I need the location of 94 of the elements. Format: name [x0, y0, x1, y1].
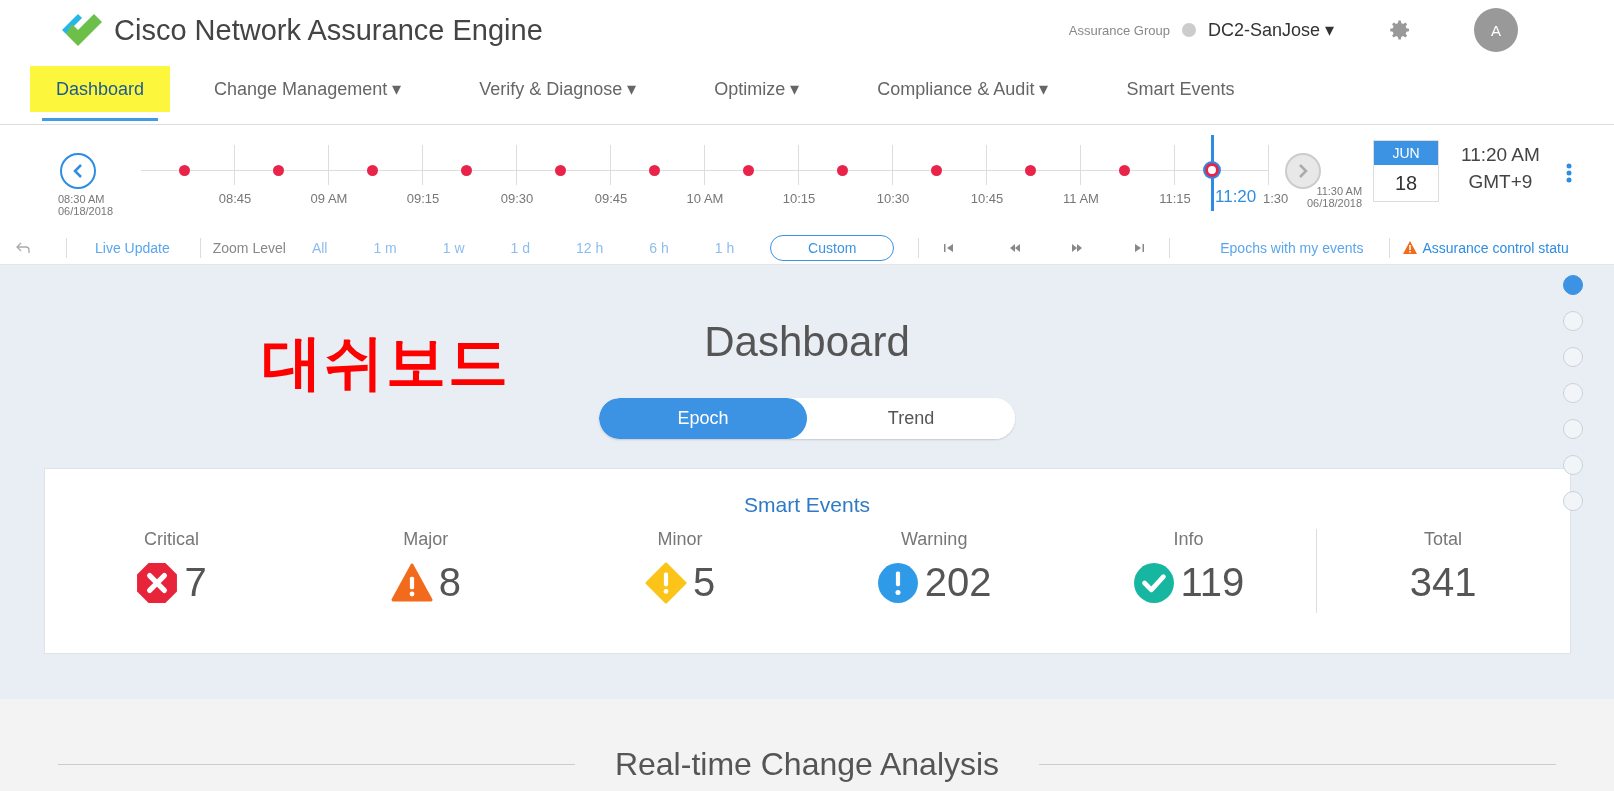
event-count: 8: [438, 560, 461, 605]
section-nav-dot[interactable]: [1563, 383, 1583, 403]
time-label: 11:20 AM: [1461, 143, 1540, 167]
warning-icon: [1402, 240, 1419, 255]
settings-icon[interactable]: [1388, 18, 1412, 42]
zoom-level-button[interactable]: All: [311, 239, 328, 256]
start-timestamp: 08:30 AM 06/18/2018: [58, 193, 114, 217]
severity-label: Major: [403, 529, 449, 550]
severity-label: Critical: [144, 529, 200, 550]
epoch-dot[interactable]: [743, 165, 754, 176]
section-title: Real-time Change Analysis: [614, 745, 1000, 783]
event-count: 119: [1180, 560, 1245, 605]
epoch-dot[interactable]: [179, 165, 190, 176]
epoch-dot[interactable]: [1025, 165, 1036, 176]
event-count: 7: [184, 560, 207, 605]
epoch-dot[interactable]: [461, 165, 472, 176]
nav-tab[interactable]: Compliance & Audit ▾: [877, 66, 1049, 112]
timezone-label: GMT+9: [1467, 170, 1534, 194]
chevron-right-icon[interactable]: [1297, 163, 1309, 179]
next-button[interactable]: [1285, 153, 1321, 189]
undo-icon[interactable]: [16, 241, 30, 254]
day-label: 18: [1393, 170, 1419, 196]
tick-label: 1:30: [1263, 191, 1289, 206]
zoom-level-button[interactable]: 1 m: [373, 239, 397, 256]
nav-tab[interactable]: Optimize ▾: [714, 66, 800, 112]
nav-tab[interactable]: Smart Events: [1126, 66, 1235, 112]
chevron-left-icon[interactable]: [72, 163, 84, 179]
tick-label: 10:30: [876, 191, 910, 206]
tick-label: 09:30: [500, 191, 534, 206]
section-nav-dot[interactable]: [1563, 311, 1583, 331]
rewind-icon[interactable]: [1009, 241, 1022, 254]
status-dot: [1181, 23, 1196, 37]
warning-diamond-icon: [644, 561, 687, 604]
more-icon[interactable]: [1565, 163, 1572, 183]
view-toggle[interactable]: Epoch: [599, 398, 807, 439]
month-label: JUN: [1374, 141, 1438, 165]
epoch-dot[interactable]: [837, 165, 848, 176]
event-count: 202: [924, 560, 992, 605]
nav-tab[interactable]: Verify & Diagnose ▾: [479, 66, 637, 112]
section-nav-dot[interactable]: [1563, 491, 1583, 511]
info-circle-icon: [876, 561, 919, 604]
assurance-group-label: Assurance Group: [1068, 22, 1170, 38]
nav-tab[interactable]: Change Management ▾: [214, 66, 402, 112]
assurance-group-dropdown[interactable]: DC2-SanJose ▾: [1207, 19, 1334, 41]
epoch-dot[interactable]: [649, 165, 660, 176]
severity-label: Info: [1173, 529, 1204, 550]
tick-label: 11 AM: [1063, 191, 1099, 206]
user-avatar[interactable]: A: [1474, 8, 1518, 52]
epoch-dot[interactable]: [367, 165, 378, 176]
live-update-link[interactable]: Live Update: [95, 239, 170, 256]
nav-tab[interactable]: Dashboard: [30, 66, 171, 112]
skip-back-icon[interactable]: [943, 241, 956, 254]
section-nav-dot[interactable]: [1563, 455, 1583, 475]
epochs-filter-link[interactable]: Epochs with my events: [1220, 239, 1364, 256]
section-nav-dot[interactable]: [1563, 275, 1583, 295]
section-nav-dot[interactable]: [1563, 347, 1583, 367]
view-toggle[interactable]: Trend: [807, 398, 1015, 439]
fast-forward-icon[interactable]: [1071, 241, 1084, 254]
zoom-level-label: Zoom Level: [212, 239, 286, 256]
previous-button[interactable]: [60, 153, 96, 189]
zoom-level-button[interactable]: 1 w: [442, 239, 465, 256]
check-circle-icon: [1132, 561, 1175, 604]
app-title: Cisco Network Assurance Engine: [114, 13, 543, 47]
severity-label: Warning: [901, 529, 968, 550]
warning-triangle-icon: [390, 561, 433, 604]
epoch-dot[interactable]: [931, 165, 942, 176]
epoch-dot[interactable]: [273, 165, 284, 176]
tick-label: 10:15: [782, 191, 816, 206]
tick-label: 11:15: [1159, 191, 1191, 206]
epoch-dot[interactable]: [555, 165, 566, 176]
card-title: Smart Events: [743, 493, 870, 517]
end-timestamp: 11:30 AM 06/18/2018: [1307, 185, 1363, 209]
selected-epoch-dot[interactable]: [1205, 163, 1219, 177]
page-title: Dashboard: [704, 318, 910, 367]
error-octagon-icon: [136, 561, 179, 604]
tick-label: 09 AM: [310, 191, 348, 206]
section-nav-dot[interactable]: [1563, 419, 1583, 439]
tick-label: 10 AM: [686, 191, 724, 206]
tick-label: 09:15: [406, 191, 440, 206]
severity-label: Minor: [657, 529, 703, 550]
annotation-text: 대쉬보드: [262, 326, 510, 399]
tick-label: 09:45: [594, 191, 628, 206]
event-count: 5: [692, 560, 716, 605]
assurance-status-link[interactable]: Assurance control statu: [1422, 239, 1569, 256]
tick-label: 10:45: [970, 191, 1004, 206]
zoom-level-button[interactable]: 12 h: [576, 239, 604, 256]
total-count: 341: [1409, 560, 1477, 605]
epoch-dot[interactable]: [1119, 165, 1130, 176]
skip-forward-icon[interactable]: [1133, 241, 1146, 254]
total-label: Total: [1424, 529, 1463, 550]
zoom-level-button[interactable]: 1 d: [510, 239, 531, 256]
zoom-level-button[interactable]: 1 h: [714, 239, 735, 256]
tick-label: 08:45: [218, 191, 252, 206]
zoom-level-button[interactable]: 6 h: [649, 239, 669, 256]
